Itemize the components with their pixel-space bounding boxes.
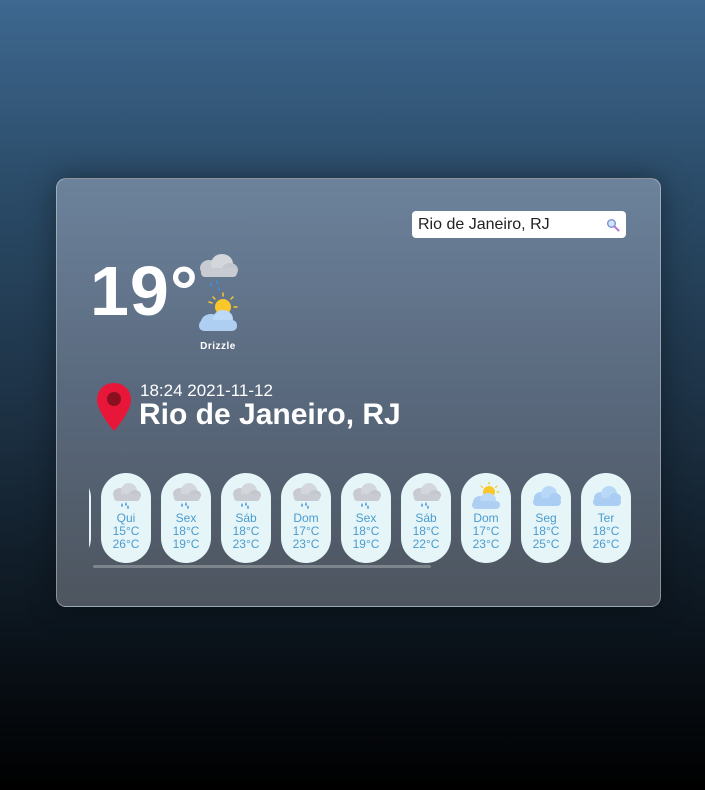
- partly-sunny-icon: [199, 292, 238, 331]
- forecast-max-temp: 23°C: [472, 537, 500, 551]
- city-name: Rio de Janeiro, RJ: [139, 398, 401, 431]
- forecast-max-temp: 19°C: [172, 537, 200, 551]
- rain-cloud-icon: [353, 483, 381, 509]
- location-pin-icon: [97, 383, 131, 431]
- forecast-max-temp: 26°C: [592, 537, 620, 551]
- forecast-max-temp: 23°C: [232, 537, 260, 551]
- forecast-strip: Qua 18°C 26°C Qui 15°C 26°C Sex 18°C 19°…: [89, 473, 631, 563]
- partly-sunny-icon: [472, 482, 500, 509]
- forecast-day-card: Sáb 18°C 23°C: [221, 473, 271, 563]
- forecast-day-card: Sex 18°C 19°C: [161, 473, 211, 563]
- forecast-day-card: Qua 18°C 26°C: [89, 473, 91, 563]
- cloud-icon: [593, 486, 621, 506]
- rain-cloud-icon: [293, 483, 321, 509]
- rain-cloud-icon: [113, 483, 141, 509]
- rain-cloud-icon: [173, 483, 201, 509]
- forecast-day-card: Dom 17°C 23°C: [281, 473, 331, 563]
- current-temperature: 19°: [90, 252, 199, 330]
- forecast-max-temp: 22°C: [412, 537, 440, 551]
- forecast-day-card: Qui 15°C 26°C: [101, 473, 151, 563]
- forecast-day-card: Seg 18°C 25°C: [521, 473, 571, 563]
- forecast-max-temp: 25°C: [532, 537, 560, 551]
- current-condition-icons: [199, 254, 238, 331]
- rain-cloud-icon: [233, 483, 261, 509]
- weather-card: 19° Drizzle 18:2: [56, 178, 661, 607]
- search-input[interactable]: [418, 215, 606, 234]
- cloud-icon: [533, 486, 561, 506]
- forecast-carousel[interactable]: Qua 18°C 26°C Qui 15°C 26°C Sex 18°C 19°…: [89, 473, 639, 565]
- forecast-day-card: Dom 17°C 23°C: [461, 473, 511, 563]
- forecast-day-card: Sex 18°C 19°C: [341, 473, 391, 563]
- forecast-max-temp: 26°C: [112, 537, 140, 551]
- rain-cloud-icon: [413, 483, 441, 509]
- search-box[interactable]: [412, 211, 626, 238]
- rain-cloud-icon: [200, 254, 238, 291]
- condition-label: Drizzle: [200, 341, 236, 352]
- forecast-max-temp: 19°C: [352, 537, 380, 551]
- search-icon[interactable]: [606, 218, 620, 232]
- forecast-day-card: Sáb 18°C 22°C: [401, 473, 451, 563]
- forecast-day-card: Ter 18°C 26°C: [581, 473, 631, 563]
- forecast-max-temp: 23°C: [292, 537, 320, 551]
- forecast-scrollbar[interactable]: [93, 565, 431, 568]
